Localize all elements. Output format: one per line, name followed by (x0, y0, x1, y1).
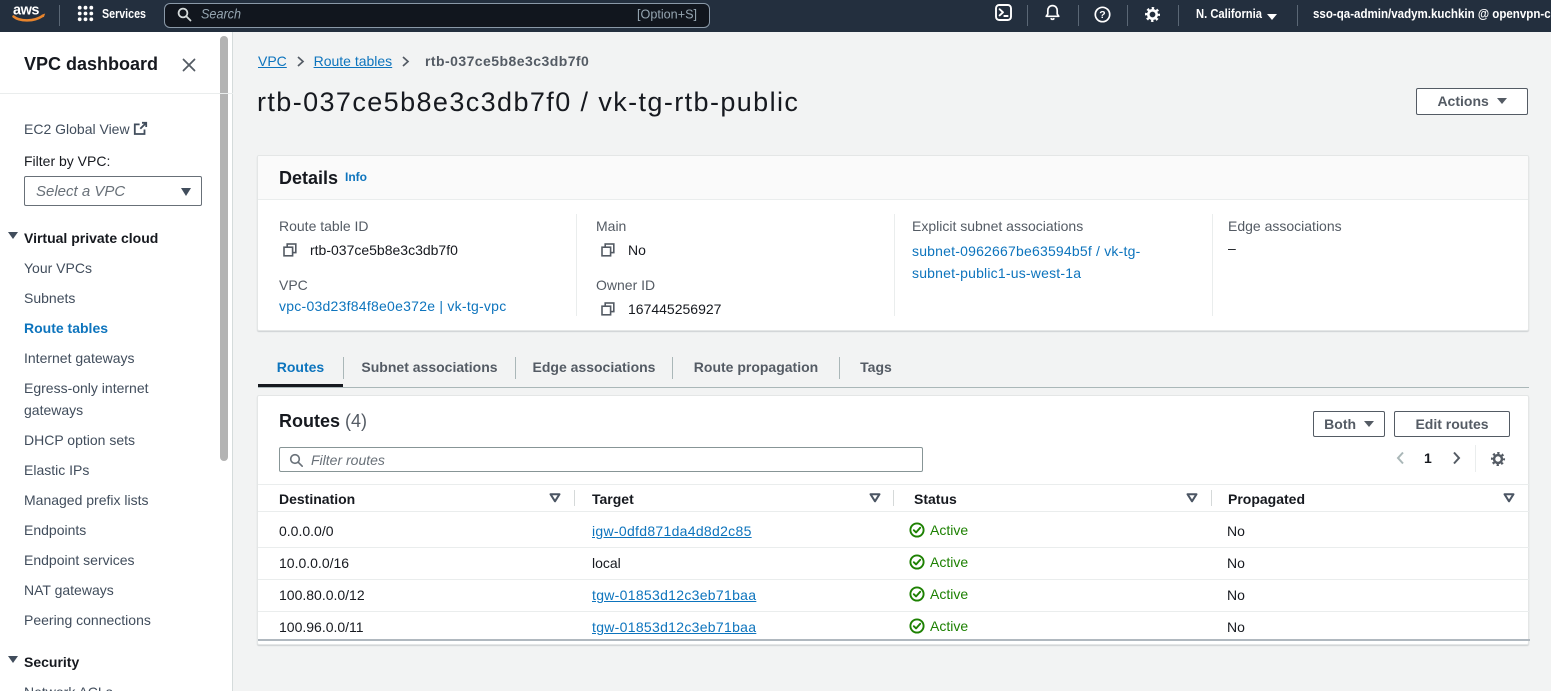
svg-text:?: ? (1099, 9, 1105, 21)
svg-text:aws: aws (13, 3, 39, 19)
svg-text:N. California: N. California (1196, 6, 1263, 21)
svg-text:Services: Services (102, 6, 146, 21)
svg-text:[Option+S]: [Option+S] (637, 8, 697, 22)
svg-text:sso-qa-admin/vadym.kuchkin @ o: sso-qa-admin/vadym.kuchkin @ openvpn-clo… (1313, 6, 1551, 21)
svg-text:Search: Search (201, 6, 241, 22)
